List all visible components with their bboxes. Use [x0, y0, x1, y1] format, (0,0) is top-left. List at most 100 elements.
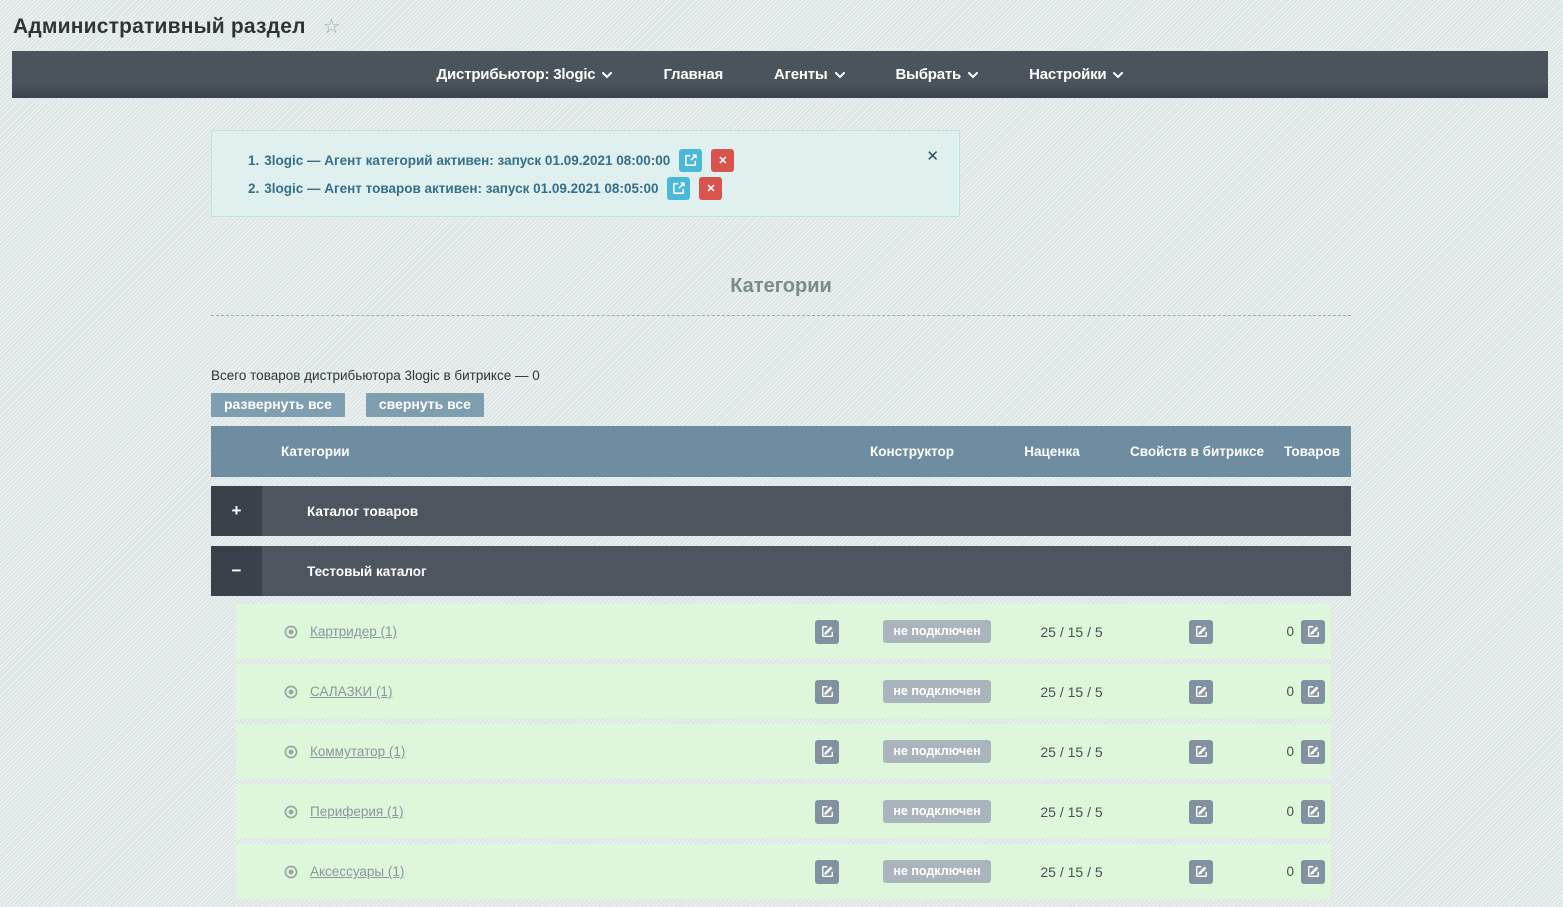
category-name-cell: САЛАЗКИ (1) — [236, 684, 787, 699]
category-edit-cell — [787, 680, 867, 704]
agent-edit-button[interactable] — [679, 149, 702, 172]
pencil-square-icon — [1195, 685, 1208, 698]
table-header-row: Категории Конструктор Наценка Свойств в … — [211, 426, 1351, 477]
edit-category-button[interactable] — [815, 620, 839, 644]
edit-props-button[interactable] — [1189, 860, 1213, 884]
pencil-square-icon — [1307, 745, 1320, 758]
expand-all-button[interactable]: развернуть все — [211, 393, 345, 417]
status-badge: не подключен — [883, 620, 990, 643]
constructor-status-cell: не подключен — [867, 860, 1007, 883]
status-badge: не подключен — [883, 740, 990, 763]
edit-products-button[interactable] — [1301, 860, 1325, 884]
edit-props-button[interactable] — [1189, 800, 1213, 824]
catalog-row-test[interactable]: − Тестовый каталог — [211, 546, 1351, 596]
edit-category-button[interactable] — [815, 860, 839, 884]
category-name-cell: Аксессуары (1) — [236, 864, 787, 879]
pencil-square-icon — [1195, 865, 1208, 878]
markup-values: 25 / 15 / 5 — [1007, 624, 1136, 640]
nav-item-home[interactable]: Главная — [647, 51, 739, 98]
catalog-label: Тестовый каталог — [307, 564, 427, 579]
products-cell: 0 — [1266, 620, 1331, 644]
column-header-markup: Наценка — [987, 444, 1117, 459]
agent-edit-button[interactable] — [667, 177, 690, 200]
products-count: 0 — [1286, 744, 1294, 759]
nav-item-label: Дистрибьютор: 3logic — [437, 66, 596, 83]
edit-props-button[interactable] — [1189, 620, 1213, 644]
agents-alert: 1. 3logic — Агент категорий активен: зап… — [211, 130, 960, 217]
edit-products-button[interactable] — [1301, 620, 1325, 644]
pencil-square-icon — [1195, 745, 1208, 758]
dot-circle-icon — [284, 745, 298, 759]
alert-line-number: 2. — [248, 181, 259, 196]
constructor-status-cell: не подключен — [867, 800, 1007, 823]
category-link[interactable]: Картридер (1) — [310, 624, 397, 639]
category-edit-cell — [787, 860, 867, 884]
nav-item-settings[interactable]: Настройки — [1013, 51, 1139, 98]
x-icon: ✕ — [706, 182, 715, 195]
column-header-products: Товаров — [1277, 444, 1347, 459]
total-products-text: Всего товаров дистрибьютора 3logic в бит… — [211, 368, 1351, 383]
category-name-cell: Коммутатор (1) — [236, 744, 787, 759]
edit-props-button[interactable] — [1189, 680, 1213, 704]
edit-props-button[interactable] — [1189, 740, 1213, 764]
chevron-down-icon — [835, 72, 845, 79]
pencil-square-icon — [1195, 625, 1208, 638]
category-name-cell: Периферия (1) — [236, 804, 787, 819]
alert-close-icon[interactable]: ✕ — [926, 149, 939, 164]
pencil-square-icon — [821, 745, 834, 758]
agent-delete-button[interactable]: ✕ — [699, 177, 722, 200]
x-icon: ✕ — [718, 154, 727, 167]
alert-line-number: 1. — [248, 153, 259, 168]
alert-line-text: 3logic — Агент категорий активен: запуск… — [264, 153, 670, 168]
categories-table: Категории Конструктор Наценка Свойств в … — [211, 426, 1351, 899]
pencil-square-icon — [821, 865, 834, 878]
markup-values: 25 / 15 / 5 — [1007, 804, 1136, 820]
chevron-down-icon — [968, 72, 978, 79]
edit-category-button[interactable] — [815, 800, 839, 824]
category-link[interactable]: Периферия (1) — [310, 804, 404, 819]
pencil-square-icon — [1307, 625, 1320, 638]
category-rows: Картридер (1) не подключен 25 / 15 / 5 — [211, 604, 1351, 899]
products-cell: 0 — [1266, 680, 1331, 704]
category-link[interactable]: Аксессуары (1) — [310, 864, 404, 879]
props-edit-cell — [1136, 680, 1266, 704]
pencil-square-icon — [821, 685, 834, 698]
nav-item-select[interactable]: Выбрать — [880, 51, 995, 98]
constructor-status-cell: не подключен — [867, 680, 1007, 703]
collapse-all-button[interactable]: свернуть все — [366, 393, 484, 417]
pencil-square-icon — [1307, 685, 1320, 698]
expand-plus-icon[interactable]: + — [211, 486, 262, 536]
status-badge: не подключен — [883, 860, 990, 883]
chevron-down-icon — [1113, 72, 1123, 79]
category-row: Картридер (1) не подключен 25 / 15 / 5 — [236, 604, 1331, 659]
alert-line-categories-agent: 1. 3logic — Агент категорий активен: зап… — [248, 146, 939, 174]
pencil-square-icon — [1307, 805, 1320, 818]
nav-item-label: Агенты — [774, 66, 827, 83]
category-edit-cell — [787, 740, 867, 764]
dot-circle-icon — [284, 865, 298, 879]
props-edit-cell — [1136, 620, 1266, 644]
products-cell: 0 — [1266, 800, 1331, 824]
external-link-square-icon — [672, 181, 686, 195]
edit-category-button[interactable] — [815, 740, 839, 764]
nav-item-distributor[interactable]: Дистрибьютор: 3logic — [421, 51, 629, 98]
edit-category-button[interactable] — [815, 680, 839, 704]
favorite-star-icon[interactable]: ☆ — [323, 17, 341, 37]
pencil-square-icon — [1195, 805, 1208, 818]
page-title: Административный раздел — [13, 15, 306, 39]
products-cell: 0 — [1266, 740, 1331, 764]
edit-products-button[interactable] — [1301, 800, 1325, 824]
products-count: 0 — [1286, 624, 1294, 639]
collapse-minus-icon[interactable]: − — [211, 546, 262, 596]
agent-delete-button[interactable]: ✕ — [711, 149, 734, 172]
nav-item-label: Выбрать — [896, 66, 962, 83]
edit-products-button[interactable] — [1301, 740, 1325, 764]
products-cell: 0 — [1266, 860, 1331, 884]
category-link[interactable]: Коммутатор (1) — [310, 744, 405, 759]
category-row: САЛАЗКИ (1) не подключен 25 / 15 / 5 — [236, 664, 1331, 719]
catalog-row-products[interactable]: + Каталог товаров — [211, 486, 1351, 536]
dashed-separator — [211, 315, 1351, 316]
nav-item-agents[interactable]: Агенты — [758, 51, 860, 98]
edit-products-button[interactable] — [1301, 680, 1325, 704]
category-link[interactable]: САЛАЗКИ (1) — [310, 684, 392, 699]
